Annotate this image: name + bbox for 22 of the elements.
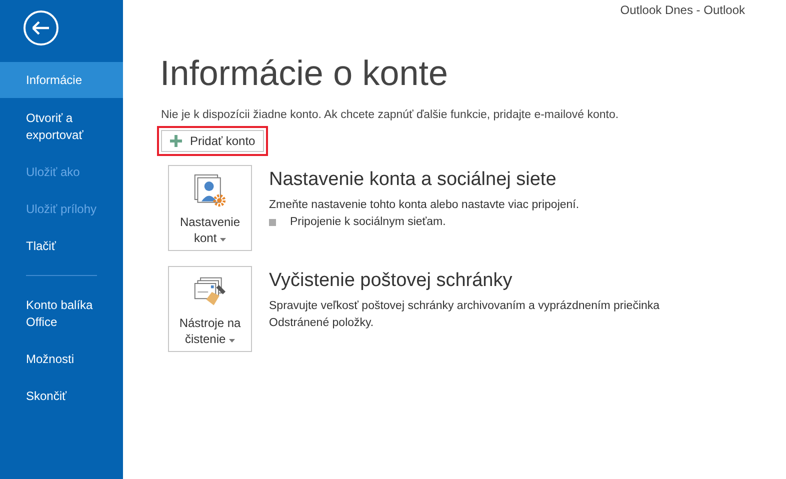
section-button[interactable]: Nastavenie kont bbox=[168, 165, 252, 251]
sidebar-item[interactable]: Otvoriť a exportovať bbox=[0, 100, 123, 154]
section-description: Zmeňte nastavenie tohto konta alebo nastavte viac pripojení. bbox=[269, 198, 580, 213]
bullet-text: Pripojenie k sociálnym sieťam. bbox=[290, 216, 446, 228]
sidebar-item[interactable]: Tlačiť bbox=[0, 228, 123, 265]
section-description: Spravujte veľkosť poštovej schránky archivovaním a vyprázdnením priečinka Odstránené položky. bbox=[269, 299, 661, 331]
section-title: Nastavenie konta a sociálnej siete bbox=[269, 169, 558, 191]
bullet-icon bbox=[269, 218, 276, 226]
account-settings-icon bbox=[192, 174, 228, 208]
section-title: Vyčistenie poštovej schránky bbox=[269, 270, 514, 292]
sidebar-item[interactable]: Informácie bbox=[0, 62, 123, 98]
add-account-button[interactable]: Pridať konto bbox=[161, 130, 264, 152]
page-heading: Informácie o konte bbox=[160, 53, 449, 95]
window-title: Outlook Dnes - Outlook bbox=[620, 3, 745, 19]
caret-icon bbox=[229, 339, 236, 343]
sidebar-item[interactable]: Možnosti bbox=[0, 341, 123, 378]
caret-icon bbox=[220, 238, 226, 242]
message-text: Nie je k dispozícii žiadne konto. Ak chcete zapnúť ďalšie funkcie, pridajte e-mailové konto. bbox=[161, 109, 620, 121]
back-icon[interactable] bbox=[23, 10, 59, 46]
sidebar-item[interactable]: Skončiť bbox=[0, 378, 123, 415]
section-button[interactable]: Nástroje na čistenie bbox=[168, 266, 252, 352]
plus-icon bbox=[170, 135, 182, 147]
